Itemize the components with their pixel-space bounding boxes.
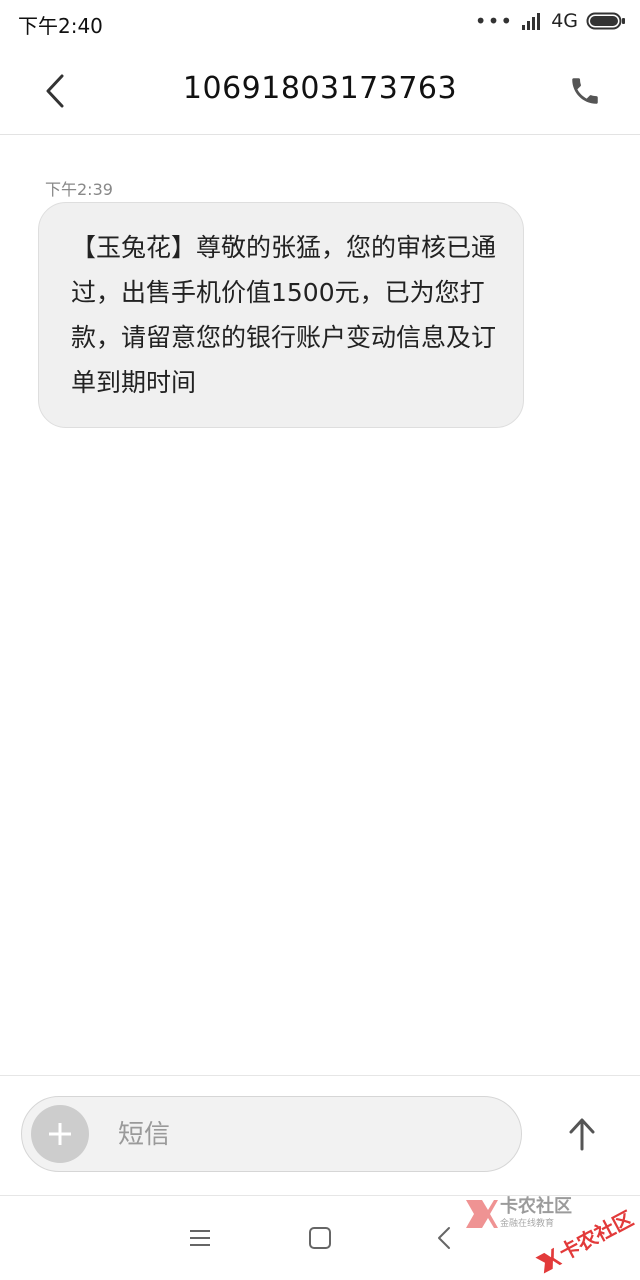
phone-icon (572, 78, 598, 104)
status-bar: 下午2:40 ••• 4G (0, 0, 640, 44)
message-timestamp: 下午2:39 (45, 180, 113, 199)
nav-home-button[interactable] (298, 1216, 342, 1260)
signal-icon (522, 13, 541, 30)
battery-icon (586, 12, 625, 30)
plus-icon (49, 1123, 71, 1145)
status-time: 下午2:40 (18, 14, 103, 38)
nav-menu-button[interactable] (178, 1216, 222, 1260)
arrow-up-icon (569, 1118, 595, 1151)
home-square-icon (309, 1227, 331, 1249)
network-type: 4G (551, 10, 578, 32)
contact-number-title[interactable]: 10691803173763 (0, 71, 640, 106)
notification-dots-icon: ••• (474, 9, 514, 33)
message-bubble[interactable]: 【玉兔花】尊敬的张猛，您的审核已通过，出售手机价值1500元，已为您打款，请留意… (38, 202, 524, 428)
call-button[interactable] (560, 66, 610, 116)
message-text: 【玉兔花】尊敬的张猛，您的审核已通过，出售手机价值1500元，已为您打款，请留意… (71, 233, 497, 397)
nav-back-button[interactable] (422, 1216, 466, 1260)
system-nav-bar (0, 1196, 640, 1280)
menu-icon (190, 1230, 210, 1246)
status-icons: ••• 4G (475, 8, 626, 34)
add-attachment-button[interactable] (31, 1105, 89, 1163)
send-button[interactable] (556, 1108, 608, 1160)
sms-input[interactable] (116, 1115, 500, 1155)
composer-divider (0, 1075, 640, 1076)
conversation-header: 10691803173763 (0, 44, 640, 135)
composer-bar (21, 1096, 522, 1172)
back-chevron-icon (438, 1227, 450, 1249)
